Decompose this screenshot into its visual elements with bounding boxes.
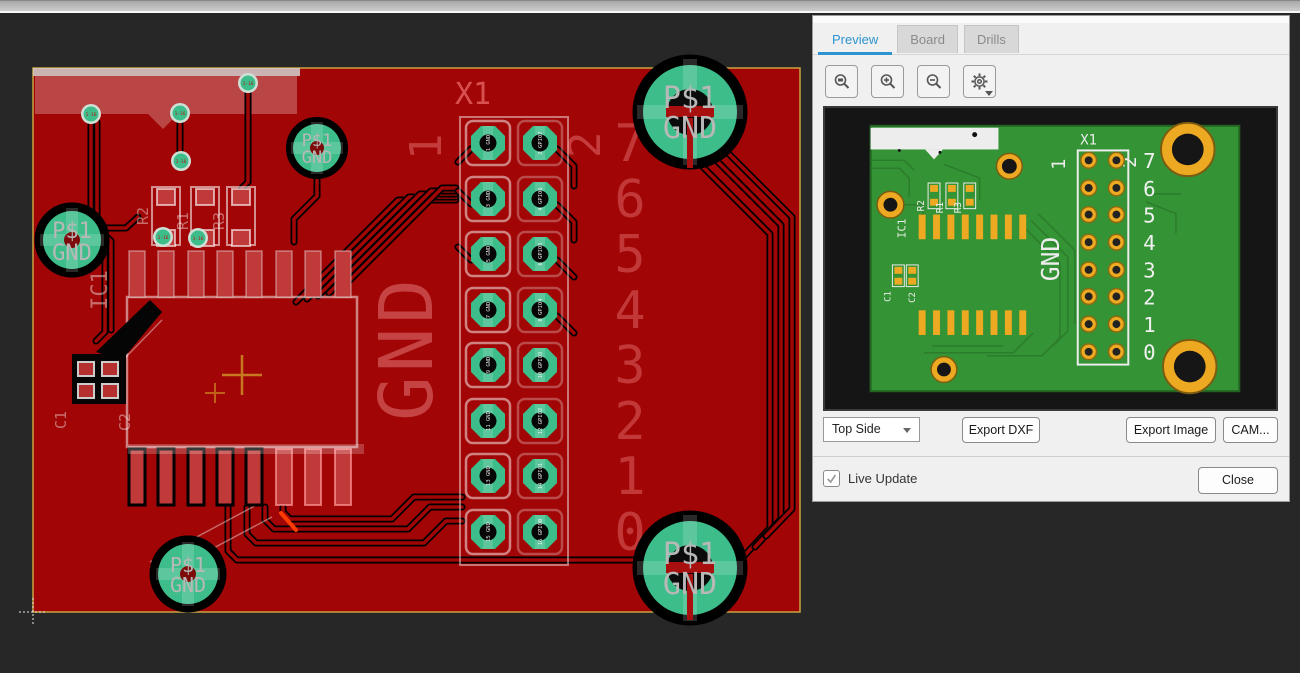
side-select[interactable]: Top Side [823,417,920,442]
svg-text:GND: GND [1036,237,1065,282]
zoom-fit-button[interactable] [825,65,858,98]
svg-text:10 GPIO3: 10 GPIO3 [538,352,544,379]
zoom-in-button[interactable] [871,65,904,98]
tab-board[interactable]: Board [897,25,958,53]
svg-text:8 GPIO4: 8 GPIO4 [538,298,544,322]
pcb-editor-canvas[interactable]: IC1 R2 R1 R3 C1 C2 [0,13,810,668]
live-update-checkbox[interactable] [823,470,840,487]
r1-designator: R1 [174,212,192,230]
side-select-value: Top Side [832,422,881,436]
c1-designator: C1 [52,411,70,429]
zoom-out-button[interactable] [917,65,950,98]
via-net-label: 1-16 [158,235,169,241]
svg-text:4 GPIO6: 4 GPIO6 [538,187,544,210]
ic1-designator: IC1 [88,270,113,310]
svg-text:7 GND: 7 GND [486,302,492,319]
r2-designator: R2 [134,207,152,225]
preview-toolbar [825,65,996,98]
export-image-button[interactable]: Export Image [1126,417,1216,443]
svg-text:4: 4 [614,281,645,341]
power-pad[interactable]: P$1 GND [290,121,344,175]
svg-text:C1: C1 [883,291,893,302]
settings-gear-icon [970,72,989,91]
r3-designator: R3 [210,212,228,230]
svg-text:2: 2 [1143,285,1156,309]
panel-footer: Live Update Close [823,466,1278,496]
svg-text:16 GPIO0: 16 GPIO0 [538,519,544,546]
window-top-strip [0,0,1300,13]
svg-text:1 GND: 1 GND [486,135,492,152]
svg-text:11 GND: 11 GND [486,411,492,431]
power-pad[interactable]: P$1 GND [39,207,105,273]
svg-text:X1: X1 [1080,133,1097,149]
pin1-marker: 1 [401,134,452,161]
svg-text:14 GPIO1: 14 GPIO1 [538,463,544,490]
panel-divider [813,456,1289,457]
svg-text:6 GPIO5: 6 GPIO5 [538,242,544,265]
pin2-marker: 2 [560,132,611,159]
editor-drawing[interactable]: IC1 R2 R1 R3 C1 C2 [0,13,810,668]
svg-text:15 GND: 15 GND [486,522,492,542]
svg-text:GND: GND [663,567,717,602]
svg-text:3: 3 [1143,259,1156,283]
svg-text:C2: C2 [908,292,918,303]
svg-text:R1: R1 [935,202,946,214]
svg-text:0: 0 [1143,341,1156,365]
preview-settings-button[interactable] [963,65,996,98]
svg-text:GND: GND [170,573,206,597]
via-net-label: 1-16 [243,81,254,87]
svg-text:7: 7 [1143,149,1156,173]
chevron-down-icon [903,428,911,433]
svg-text:GND: GND [52,241,92,266]
power-pad[interactable]: P$1 GND [637,59,743,168]
svg-text:3: 3 [614,336,645,396]
svg-text:5: 5 [1143,204,1156,228]
via-net-label: 1-16 [193,236,204,242]
cam-button[interactable]: CAM... [1223,417,1278,443]
tab-bar: Preview Board Drills [819,25,1025,54]
svg-text:3 GND: 3 GND [486,191,492,208]
via-net-label: 1-16 [86,112,97,118]
zoom-out-icon [925,73,943,91]
svg-text:6: 6 [614,170,645,230]
via-net-label: 1-16 [175,111,186,117]
zoom-fit-icon [833,73,851,91]
svg-text:5 GND: 5 GND [486,246,492,263]
svg-text:1: 1 [1049,159,1070,170]
svg-text:R2: R2 [916,200,927,211]
export-dxf-button[interactable]: Export DXF [962,417,1040,443]
gnd-net-label: GND [364,275,450,421]
svg-text:R3: R3 [953,202,964,213]
power-pad[interactable]: P$1 GND [637,515,743,621]
power-pad[interactable]: P$1 GND [154,540,222,608]
connector-designator: X1 [455,77,491,112]
svg-text:4: 4 [1143,231,1156,255]
board-preview-image: R2 R1 R3 IC1 C1 C2 X1 1 [823,106,1278,411]
svg-text:9 GND: 9 GND [486,357,492,374]
svg-text:12 GPIO2: 12 GPIO2 [538,408,544,435]
svg-text:2 GPIO7: 2 GPIO7 [538,131,544,154]
svg-text:6: 6 [1143,177,1156,201]
c2-designator: C2 [116,413,134,431]
svg-text:5: 5 [614,225,645,285]
checkmark-icon [825,472,838,485]
zoom-in-icon [879,73,897,91]
live-update-label: Live Update [848,471,917,486]
svg-text:GND: GND [302,148,333,168]
settings-dropdown-caret-icon [985,91,993,96]
panel-top-strip [813,16,1289,23]
via-net-label: 1-16 [176,159,187,165]
tab-drills[interactable]: Drills [964,25,1019,53]
svg-text:13 GND: 13 GND [486,466,492,486]
preview-panel: Preview Board Drills [812,15,1290,502]
close-button[interactable]: Close [1198,467,1278,494]
tab-preview[interactable]: Preview [819,25,891,53]
preview-ic1-designator: IC1 [895,219,908,239]
svg-text:2: 2 [614,392,645,452]
svg-text:1: 1 [614,447,645,507]
svg-text:1: 1 [1143,313,1156,337]
preview-controls: Top Side Export DXF Export Image CAM... [823,417,1278,444]
svg-text:GND: GND [663,111,717,146]
